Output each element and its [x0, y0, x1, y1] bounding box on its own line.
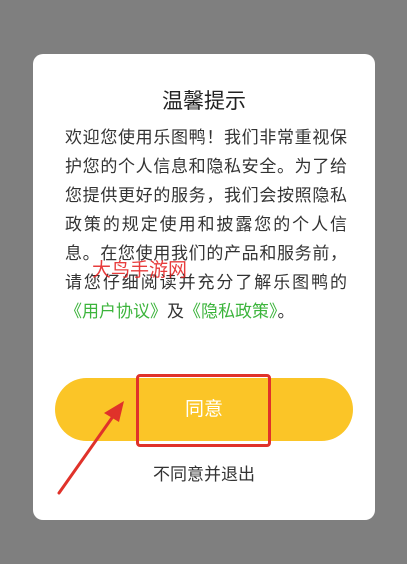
annotation-highlight-box — [136, 374, 271, 447]
body-end-punctuation: 。 — [277, 302, 295, 322]
dialog-title: 温馨提示 — [162, 89, 246, 113]
privacy-consent-dialog: 温馨提示 欢迎您使用乐图鸭！我们非常重视保护您的个人信息和隐私安全。为了给您提供… — [33, 54, 375, 520]
dialog-body: 欢迎您使用乐图鸭！我们非常重视保护您的个人信息和隐私安全。为了给您提供更好的服务… — [65, 124, 347, 327]
user-agreement-link[interactable]: 《用户协议》 — [65, 302, 167, 322]
watermark-text: 大鸟手游网 — [92, 259, 188, 281]
body-conjunction: 及 — [167, 302, 184, 322]
privacy-policy-link[interactable]: 《隐私政策》 — [184, 302, 278, 322]
decline-and-exit-button[interactable]: 不同意并退出 — [33, 463, 375, 487]
